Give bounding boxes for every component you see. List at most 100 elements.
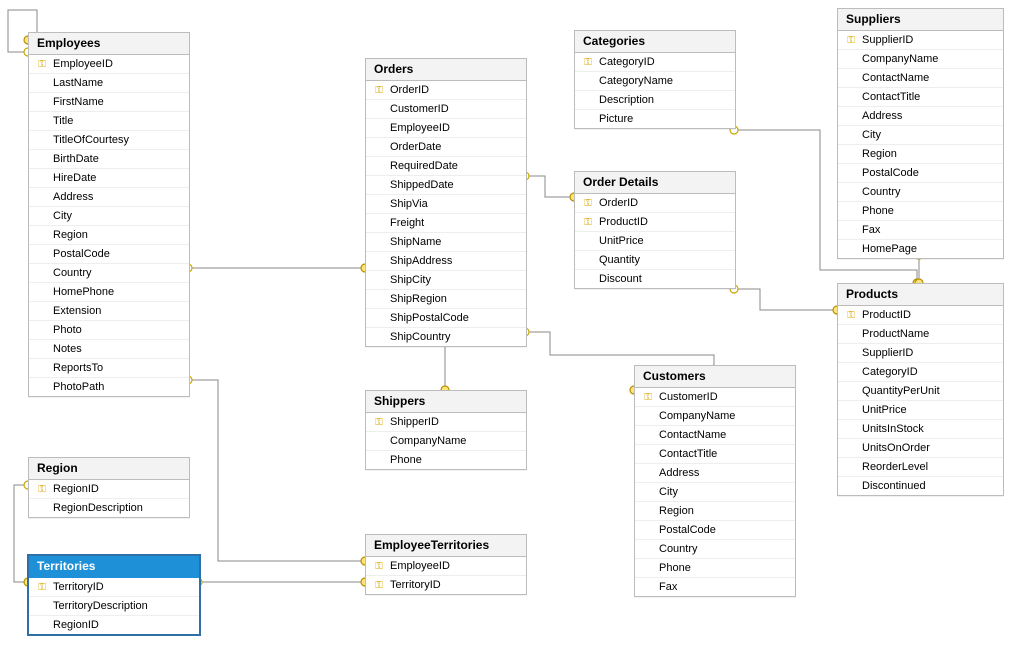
table-orderdetails[interactable]: Order Details⚿OrderID⚿ProductID·UnitPric… [574, 171, 736, 289]
column-row[interactable]: ·ReorderLevel [838, 458, 1003, 477]
table-header[interactable]: Suppliers [838, 9, 1003, 31]
column-row[interactable]: ·QuantityPerUnit [838, 382, 1003, 401]
column-row[interactable]: ·Photo [29, 321, 189, 340]
column-row[interactable]: ⚿RegionID [29, 480, 189, 499]
column-row[interactable]: ·RegionDescription [29, 499, 189, 517]
column-row[interactable]: ·HireDate [29, 169, 189, 188]
column-row[interactable]: ⚿OrderID [575, 194, 735, 213]
table-employees[interactable]: Employees⚿EmployeeID·LastName·FirstName·… [28, 32, 190, 397]
column-row[interactable]: ·ShipName [366, 233, 526, 252]
column-row[interactable]: ·Extension [29, 302, 189, 321]
table-orders[interactable]: Orders⚿OrderID·CustomerID·EmployeeID·Ord… [365, 58, 527, 347]
column-row[interactable]: ⚿ShipperID [366, 413, 526, 432]
column-row[interactable]: ·ShipVia [366, 195, 526, 214]
column-row[interactable]: ·Country [29, 264, 189, 283]
column-row[interactable]: ·SupplierID [838, 344, 1003, 363]
column-row[interactable]: ·ProductName [838, 325, 1003, 344]
column-row[interactable]: ·CategoryName [575, 72, 735, 91]
column-row[interactable]: ·Description [575, 91, 735, 110]
column-row[interactable]: ·ShipPostalCode [366, 309, 526, 328]
table-header[interactable]: Orders [366, 59, 526, 81]
column-row[interactable]: ·Quantity [575, 251, 735, 270]
column-row[interactable]: ·UnitPrice [838, 401, 1003, 420]
column-row[interactable]: ·BirthDate [29, 150, 189, 169]
column-row[interactable]: ·ShipRegion [366, 290, 526, 309]
table-header[interactable]: Customers [635, 366, 795, 388]
column-row[interactable]: ·Freight [366, 214, 526, 233]
column-row[interactable]: ⚿EmployeeID [29, 55, 189, 74]
column-row[interactable]: ·Country [838, 183, 1003, 202]
column-row[interactable]: ⚿TerritoryID [29, 578, 199, 597]
column-row[interactable]: ·Phone [635, 559, 795, 578]
table-header[interactable]: Order Details [575, 172, 735, 194]
table-header[interactable]: Categories [575, 31, 735, 53]
column-row[interactable]: ·ContactName [838, 69, 1003, 88]
column-row[interactable]: ·Discontinued [838, 477, 1003, 495]
table-employeeterr[interactable]: EmployeeTerritories⚿EmployeeID⚿Territory… [365, 534, 527, 595]
column-row[interactable]: ·Country [635, 540, 795, 559]
column-row[interactable]: ·HomePage [838, 240, 1003, 258]
table-header[interactable]: EmployeeTerritories [366, 535, 526, 557]
er-diagram-canvas[interactable]: Employees⚿EmployeeID·LastName·FirstName·… [0, 0, 1024, 666]
table-shippers[interactable]: Shippers⚿ShipperID·CompanyName·Phone [365, 390, 527, 470]
table-header[interactable]: Shippers [366, 391, 526, 413]
table-categories[interactable]: Categories⚿CategoryID·CategoryName·Descr… [574, 30, 736, 129]
column-row[interactable]: ⚿ProductID [575, 213, 735, 232]
column-row[interactable]: ·OrderDate [366, 138, 526, 157]
column-row[interactable]: ·ReportsTo [29, 359, 189, 378]
column-row[interactable]: ·ShipCity [366, 271, 526, 290]
column-row[interactable]: ·CategoryID [838, 363, 1003, 382]
column-row[interactable]: ⚿CategoryID [575, 53, 735, 72]
column-row[interactable]: ·ContactTitle [838, 88, 1003, 107]
column-row[interactable]: ·LastName [29, 74, 189, 93]
column-row[interactable]: ⚿ProductID [838, 306, 1003, 325]
column-row[interactable]: ·Phone [838, 202, 1003, 221]
column-row[interactable]: ·Title [29, 112, 189, 131]
column-row[interactable]: ·Fax [838, 221, 1003, 240]
column-row[interactable]: ·Discount [575, 270, 735, 288]
table-region[interactable]: Region⚿RegionID·RegionDescription [28, 457, 190, 518]
column-row[interactable]: ⚿OrderID [366, 81, 526, 100]
column-row[interactable]: ·CompanyName [838, 50, 1003, 69]
column-row[interactable]: ·City [29, 207, 189, 226]
table-header[interactable]: Territories [29, 556, 199, 578]
column-row[interactable]: ·ContactTitle [635, 445, 795, 464]
column-row[interactable]: ·City [838, 126, 1003, 145]
table-products[interactable]: Products⚿ProductID·ProductName·SupplierI… [837, 283, 1004, 496]
table-customers[interactable]: Customers⚿CustomerID·CompanyName·Contact… [634, 365, 796, 597]
column-row[interactable]: ·TerritoryDescription [29, 597, 199, 616]
column-row[interactable]: ·Address [838, 107, 1003, 126]
column-row[interactable]: ⚿TerritoryID [366, 576, 526, 594]
table-header[interactable]: Region [29, 458, 189, 480]
column-row[interactable]: ·RequiredDate [366, 157, 526, 176]
table-suppliers[interactable]: Suppliers⚿SupplierID·CompanyName·Contact… [837, 8, 1004, 259]
table-header[interactable]: Products [838, 284, 1003, 306]
column-row[interactable]: ·City [635, 483, 795, 502]
column-row[interactable]: ·PhotoPath [29, 378, 189, 396]
column-row[interactable]: ·PostalCode [29, 245, 189, 264]
column-row[interactable]: ·Notes [29, 340, 189, 359]
column-row[interactable]: ·CompanyName [366, 432, 526, 451]
column-row[interactable]: ·UnitsInStock [838, 420, 1003, 439]
column-row[interactable]: ·Region [635, 502, 795, 521]
column-row[interactable]: ⚿EmployeeID [366, 557, 526, 576]
column-row[interactable]: ·PostalCode [635, 521, 795, 540]
column-row[interactable]: ·RegionID [29, 616, 199, 634]
column-row[interactable]: ⚿SupplierID [838, 31, 1003, 50]
column-row[interactable]: ·ShipCountry [366, 328, 526, 346]
column-row[interactable]: ·Region [29, 226, 189, 245]
column-row[interactable]: ·HomePhone [29, 283, 189, 302]
column-row[interactable]: ·ShippedDate [366, 176, 526, 195]
column-row[interactable]: ·EmployeeID [366, 119, 526, 138]
column-row[interactable]: ·Region [838, 145, 1003, 164]
column-row[interactable]: ·Address [29, 188, 189, 207]
column-row[interactable]: ·TitleOfCourtesy [29, 131, 189, 150]
column-row[interactable]: ·Fax [635, 578, 795, 596]
column-row[interactable]: ·ContactName [635, 426, 795, 445]
column-row[interactable]: ·UnitPrice [575, 232, 735, 251]
column-row[interactable]: ·CustomerID [366, 100, 526, 119]
column-row[interactable]: ·FirstName [29, 93, 189, 112]
column-row[interactable]: ·PostalCode [838, 164, 1003, 183]
column-row[interactable]: ·ShipAddress [366, 252, 526, 271]
table-header[interactable]: Employees [29, 33, 189, 55]
